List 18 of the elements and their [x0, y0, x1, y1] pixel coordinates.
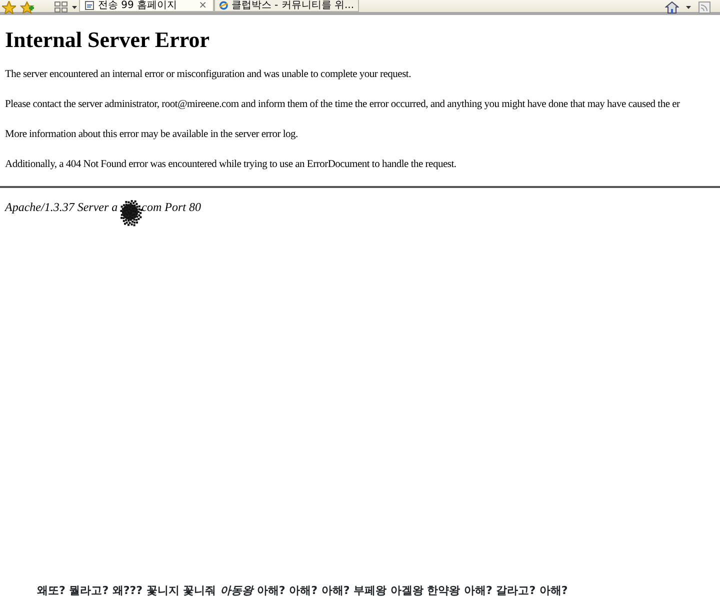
add-favorite-icon[interactable]	[20, 1, 34, 14]
server-signature: Apache/1.3.37 Server a	[5, 199, 118, 216]
browser-tab[interactable]: 클럽박스 - 커뮤니티를 위...	[214, 0, 359, 12]
error-message: Additionally, a 404 Not Found error was encountered while trying to use an ErrorDocument to handle the request.	[5, 158, 456, 172]
close-button[interactable]: ×	[196, 0, 209, 10]
browser-tab[interactable]: 전송 99 홈페이지 ×	[79, 0, 214, 12]
page-icon	[219, 0, 228, 11]
server-signature: com Port 80	[142, 199, 201, 216]
home-icon[interactable]	[665, 1, 679, 14]
page-icon	[84, 0, 95, 11]
error-message: The server encountered an internal error or misconfiguration and was unable to complete your request.	[5, 68, 411, 82]
error-message: More information about this error may be available in the server error log.	[5, 128, 298, 142]
error-heading: Internal Server Error	[5, 27, 210, 54]
subtitle-caption: 왜또? 뭘라고? 왜??? 꽃니지 꽃니줘 아동왕 아해? 아해? 아해? 부페왕 아겔왕 한약왕 아해? 갈라고? 아해?	[37, 583, 568, 597]
tab-list-icon[interactable]	[54, 1, 68, 14]
star-icon[interactable]	[2, 1, 16, 14]
error-message: Please contact the server administrator, root@mireene.com and inform them of the time the error occurred, and anything you might have done that may have caused the er	[5, 98, 680, 112]
feed-icon[interactable]	[698, 1, 712, 14]
